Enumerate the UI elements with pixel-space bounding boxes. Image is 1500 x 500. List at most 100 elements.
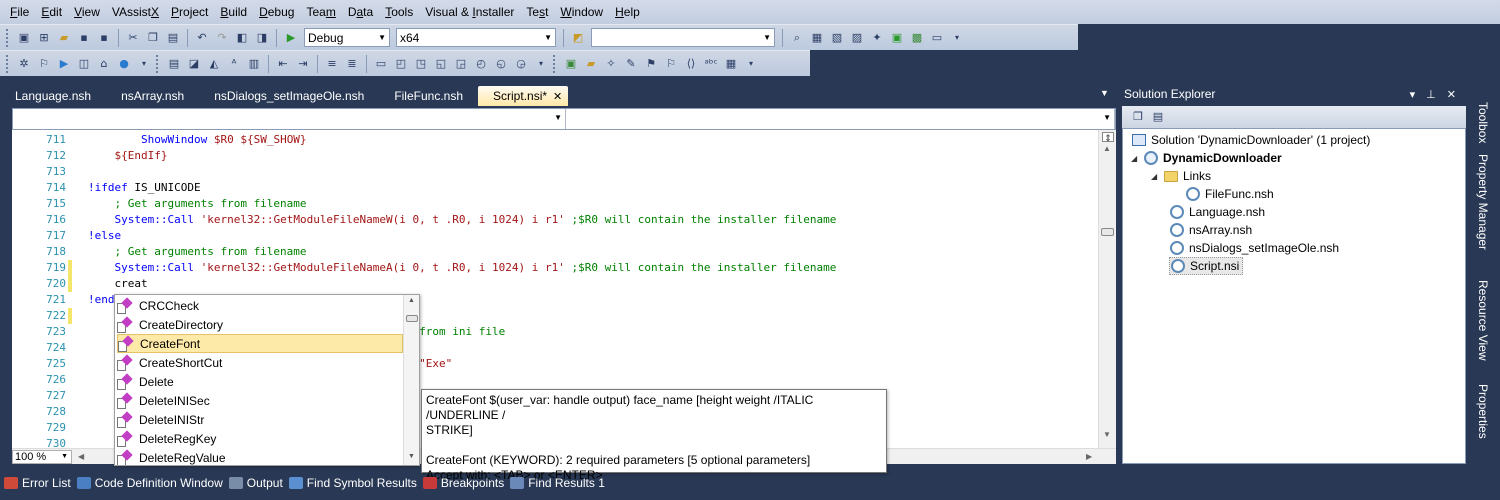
solution-configuration-combo[interactable]: Debug ▼ [304,28,390,47]
customize-icon[interactable]: ▾ [949,30,965,46]
comment-lines-icon[interactable]: ≡ [324,56,340,72]
completion-item[interactable]: DeleteRegKey [117,429,403,448]
toolbar-grip[interactable] [156,54,160,73]
scroll-down-icon[interactable]: ▼ [1103,430,1111,439]
tab-script-nsi-[interactable]: Script.nsi* ✕ [478,86,569,106]
zoom-combo[interactable]: 100 % ▼ [12,449,72,464]
side-tab-resource-view[interactable]: Resource View [1476,280,1490,360]
completion-item[interactable]: DeleteINISec [117,391,403,410]
open-folder-icon[interactable]: ▰ [56,30,72,46]
window-buttons[interactable]: ▾ ⊥ ✕ [1410,88,1466,101]
menu-visual-installer[interactable]: Visual & Installer [419,0,520,24]
menu-help[interactable]: Help [609,0,646,24]
find-icon[interactable]: ⌕ [789,30,805,46]
toggle-bookmark-icon[interactable]: ▭ [373,56,389,72]
customize-icon[interactable]: ▾ [136,56,152,72]
menu-build[interactable]: Build [214,0,253,24]
undo-icon[interactable]: ↶ [194,30,210,46]
list-members-icon[interactable]: ▤ [166,56,182,72]
expand-arrow-icon[interactable]: ◢ [1131,154,1143,163]
tree-node-project[interactable]: ◢ DynamicDownloader [1131,149,1282,167]
increase-indent-icon[interactable]: ⇥ [295,56,311,72]
tree-node-file[interactable]: nsArray.nsh [1169,221,1252,239]
start-debugging-icon[interactable]: ▶ [283,30,299,46]
scroll-thumb[interactable] [406,315,418,322]
menu-view[interactable]: View [68,0,106,24]
tree-node-file[interactable]: nsDialogs_setImageOle.nsh [1169,239,1339,257]
scroll-right-icon[interactable]: ▶ [1086,452,1092,461]
tree-node-file[interactable]: Language.nsh [1169,203,1265,221]
scroll-down-icon[interactable]: ▼ [408,453,415,460]
next-bookmark-icon[interactable]: ◳ [413,56,429,72]
redo-icon[interactable]: ↷ [214,30,230,46]
home-icon[interactable]: ⌂ [96,56,112,72]
flag-icon[interactable]: ⚐ [663,56,679,72]
bottom-tab-error-list[interactable]: Error List [4,476,71,490]
start-page-icon[interactable]: ▣ [889,30,905,46]
layout-icon[interactable]: ▦ [723,56,739,72]
scroll-thumb[interactable] [1101,228,1114,236]
completion-item[interactable]: CreateShortCut [117,353,403,372]
decrease-indent-icon[interactable]: ⇤ [275,56,291,72]
show-all-files-icon[interactable]: ❐ [1130,109,1146,125]
find-in-files-icon[interactable]: ◩ [570,30,586,46]
quick-info-icon[interactable]: ◭ [206,56,222,72]
scroll-up-icon[interactable]: ▲ [1103,144,1111,153]
add-item-icon[interactable]: ⊞ [36,30,52,46]
uncomment-lines-icon[interactable]: ≣ [344,56,360,72]
cut-icon[interactable]: ✂ [125,30,141,46]
completion-item[interactable]: DeleteRegValue [117,448,403,465]
tab-language-nsh[interactable]: Language.nsh [0,86,106,106]
wand-icon[interactable]: ✧ [603,56,619,72]
extension-manager-icon[interactable]: ▩ [909,30,925,46]
vertical-scrollbar[interactable]: ⇕ ▲ ▼ [1098,130,1116,448]
complete-word-icon[interactable]: ᴬ [226,56,242,72]
completion-list[interactable]: CRCCheck CreateDirectory CreateFont CreateS… [114,294,420,466]
menu-debug[interactable]: Debug [253,0,300,24]
bottom-tab-output[interactable]: Output [228,476,283,490]
object-browser-icon[interactable]: ▨ [849,30,865,46]
tree-node-file[interactable]: Script.nsi [1169,257,1244,275]
previous-bookmark-doc-icon[interactable]: ◴ [473,56,489,72]
command-window-icon[interactable]: ▭ [929,30,945,46]
parameter-info-icon[interactable]: ◪ [186,56,202,72]
open-file-icon[interactable]: ▰ [583,56,599,72]
completion-scrollbar[interactable]: ▲ ▼ [403,295,419,465]
menu-data[interactable]: Data [342,0,379,24]
customize-icon[interactable]: ▾ [533,56,549,72]
menu-tools[interactable]: Tools [379,0,419,24]
toolbar-grip[interactable] [6,28,10,47]
scroll-up-icon[interactable]: ▲ [408,297,415,304]
vassistx-refactor-icon[interactable]: ⚐ [36,56,52,72]
tab-filefunc-nsh[interactable]: FileFunc.nsh [379,86,478,106]
copy-icon[interactable]: ❐ [145,30,161,46]
clear-bookmarks-icon[interactable]: ◶ [513,56,529,72]
globe-icon[interactable]: ● [116,56,132,72]
completion-item[interactable]: CreateDirectory [117,315,403,334]
menu-file[interactable]: File [4,0,35,24]
split-handle-icon[interactable]: ⇕ [1102,132,1114,143]
script-icon[interactable]: ✎ [623,56,639,72]
menu-project[interactable]: Project [165,0,214,24]
braces-icon[interactable]: ⟨⟩ [683,56,699,72]
side-tab-toolbox[interactable]: Toolbox [1476,102,1490,143]
tree-node-folder[interactable]: ◢ Links [1151,167,1211,185]
side-tab-property-manager[interactable]: Property Manager [1476,154,1490,250]
tree-node-solution[interactable]: Solution 'DynamicDownloader' (1 project) [1131,131,1370,149]
solution-explorer-icon[interactable]: ▦ [809,30,825,46]
save-icon[interactable]: ▪ [76,30,92,46]
new-project-icon[interactable]: ▣ [16,30,32,46]
menu-team[interactable]: Team [300,0,341,24]
bottom-tab-find-symbol-results[interactable]: Find Symbol Results [288,476,417,490]
types-combo[interactable]: ▼ [13,109,566,129]
bottom-tab-code-definition-window[interactable]: Code Definition Window [76,476,223,490]
members-combo[interactable]: ▼ [566,109,1115,129]
bottom-tab-find-results-1[interactable]: Find Results 1 [510,476,605,490]
next-bookmark-folder-icon[interactable]: ◲ [453,56,469,72]
active-files-dropdown-icon[interactable]: ▼ [1100,88,1109,98]
menu-test[interactable]: Test [520,0,554,24]
spell-check-icon[interactable]: ᵃᵇᶜ [703,56,719,72]
bookmark-icon[interactable]: ⚑ [643,56,659,72]
customize-icon[interactable]: ▾ [743,56,759,72]
vassistx-tools-icon[interactable]: ✲ [16,56,32,72]
